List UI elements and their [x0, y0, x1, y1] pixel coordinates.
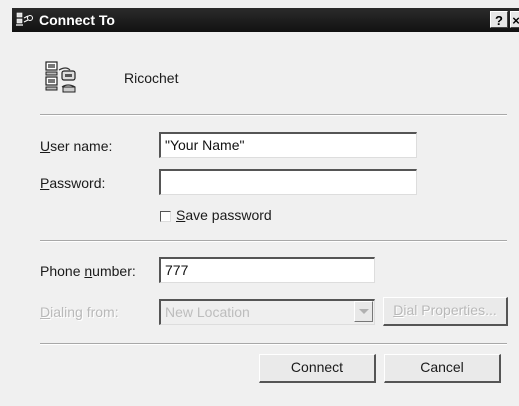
username-field[interactable]: "Your Name": [159, 132, 417, 158]
dialup-connection-icon: [44, 61, 78, 98]
dialing-from-select[interactable]: New Location: [159, 299, 375, 325]
network-connection-icon: [16, 12, 34, 31]
save-password-label[interactable]: Save password: [176, 207, 272, 223]
chevron-down-icon: [359, 309, 369, 314]
help-button[interactable]: ?: [490, 11, 508, 28]
save-password-checkbox[interactable]: [160, 211, 171, 222]
connection-name: Ricochet: [124, 70, 179, 86]
password-field[interactable]: [159, 169, 417, 195]
phone-number-label: Phone number:: [40, 263, 136, 279]
password-label: Password:: [40, 175, 106, 191]
dial-properties-button[interactable]: Dial Properties...: [383, 297, 508, 326]
separator: [40, 114, 507, 116]
title-bar[interactable]: Connect To ? ×: [12, 8, 519, 32]
close-button[interactable]: ×: [510, 11, 519, 28]
connect-button[interactable]: Connect: [259, 354, 376, 383]
separator: [40, 240, 507, 242]
separator: [40, 343, 507, 345]
connect-to-dialog: Connect To ? × Ricochet User name: "Your…: [0, 0, 519, 406]
dialing-from-label: Dialing from:: [40, 304, 119, 320]
phone-number-field[interactable]: 777: [159, 257, 375, 283]
window-title: Connect To: [39, 12, 115, 28]
dropdown-arrow-button[interactable]: [354, 301, 373, 322]
cancel-button[interactable]: Cancel: [384, 354, 501, 383]
username-label: User name:: [40, 138, 113, 154]
